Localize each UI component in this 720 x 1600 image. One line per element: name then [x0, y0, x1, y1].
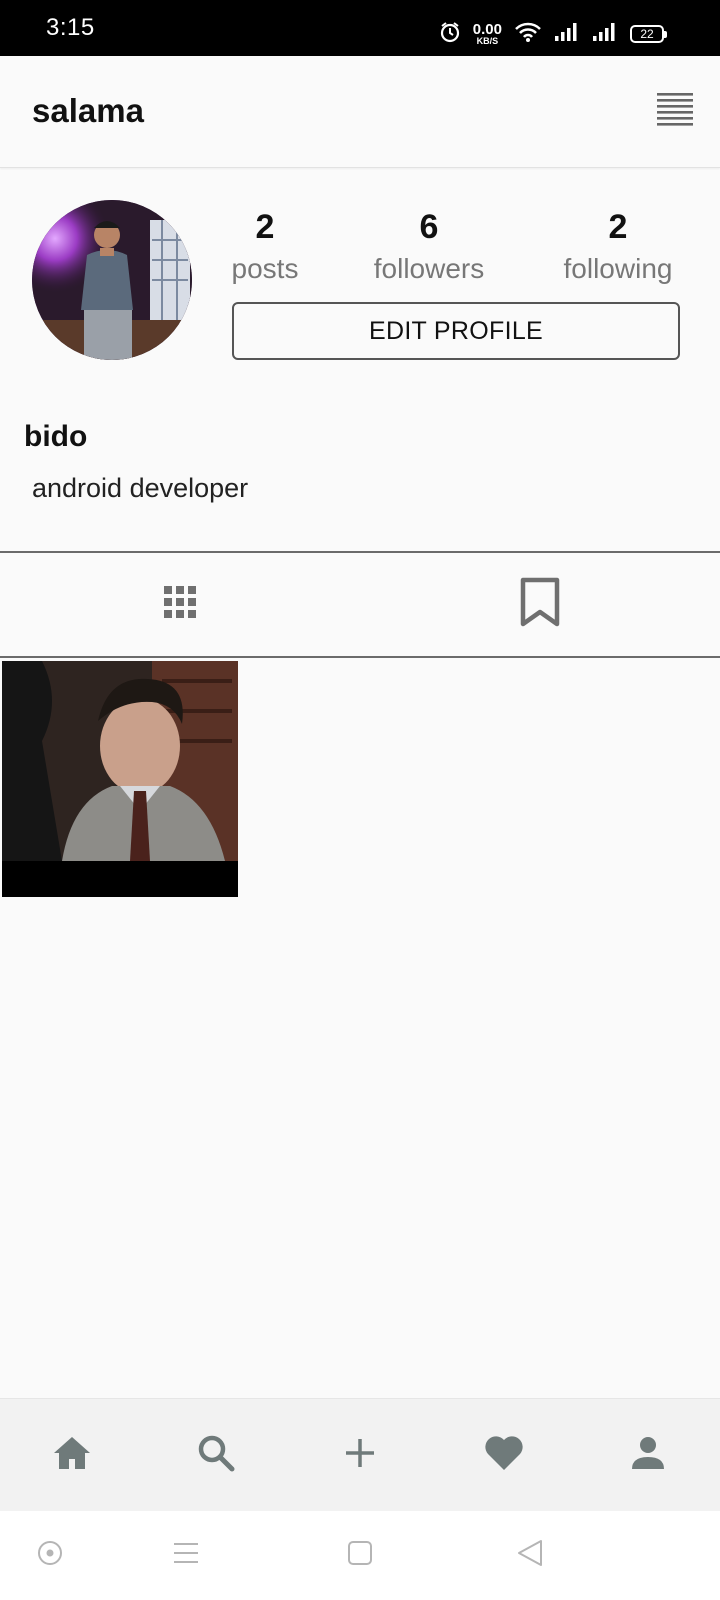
tab-saved[interactable] [360, 553, 720, 656]
edit-profile-button[interactable]: EDIT PROFILE [232, 302, 680, 360]
status-bar: 3:15 0.00 KB/S 22 [0, 0, 720, 56]
menu-lines-icon[interactable] [656, 91, 694, 129]
search-icon [197, 1434, 235, 1477]
stat-followers[interactable]: 6 followers [359, 205, 499, 289]
stat-value: 6 [419, 208, 439, 246]
avatar-photo [32, 200, 192, 360]
battery-level: 22 [640, 27, 654, 41]
nav-profile[interactable] [576, 1399, 720, 1512]
stat-label: followers [373, 253, 485, 284]
alarm-icon [439, 21, 461, 48]
nav-activity[interactable] [432, 1399, 576, 1512]
wifi-icon [514, 21, 542, 48]
add-icon [344, 1437, 376, 1474]
stat-value: 2 [608, 208, 628, 246]
nav-add[interactable] [288, 1399, 432, 1512]
display-name: bido [24, 420, 88, 453]
post-photo [2, 661, 238, 897]
net-speed-unit: KB/S [476, 36, 499, 46]
stat-following[interactable]: 2 following [548, 205, 688, 289]
heart-icon [483, 1434, 525, 1477]
circle-dot-icon [36, 1539, 64, 1572]
app-bar: salama [0, 56, 720, 168]
home-icon [52, 1435, 92, 1476]
nav-home[interactable] [0, 1399, 144, 1512]
status-time: 3:15 [46, 14, 95, 41]
sys-menu[interactable] [136, 1511, 236, 1600]
grid-icon [163, 585, 197, 624]
signal-icon [592, 22, 618, 47]
battery-indicator: 22 [630, 25, 667, 43]
back-triangle-icon [516, 1538, 544, 1573]
status-icons: 0.00 KB/S 22 [439, 20, 667, 48]
stat-label: posts [231, 253, 299, 284]
stat-label: following [563, 253, 673, 284]
sys-assistant[interactable] [0, 1511, 100, 1600]
bookmark-icon [519, 577, 561, 632]
net-speed: 0.00 KB/S [473, 22, 502, 46]
bio-text: android developer [32, 473, 249, 503]
signal-icon [554, 22, 580, 47]
square-icon [347, 1540, 373, 1571]
profile-avatar[interactable] [32, 200, 192, 360]
stat-posts[interactable]: 2 posts [195, 205, 335, 289]
sys-back[interactable] [480, 1511, 580, 1600]
stat-value: 2 [255, 208, 275, 246]
profile-tabs [0, 551, 720, 658]
system-navigation-bar [0, 1511, 720, 1600]
menu-icon [172, 1541, 200, 1570]
tab-grid[interactable] [0, 553, 360, 656]
profile-icon [630, 1435, 666, 1476]
username-title: salama [32, 92, 144, 129]
sys-home[interactable] [310, 1511, 410, 1600]
bottom-navigation [0, 1398, 720, 1511]
net-speed-value: 0.00 [472, 21, 502, 38]
nav-search[interactable] [144, 1399, 288, 1512]
post-thumbnail[interactable] [2, 661, 238, 897]
